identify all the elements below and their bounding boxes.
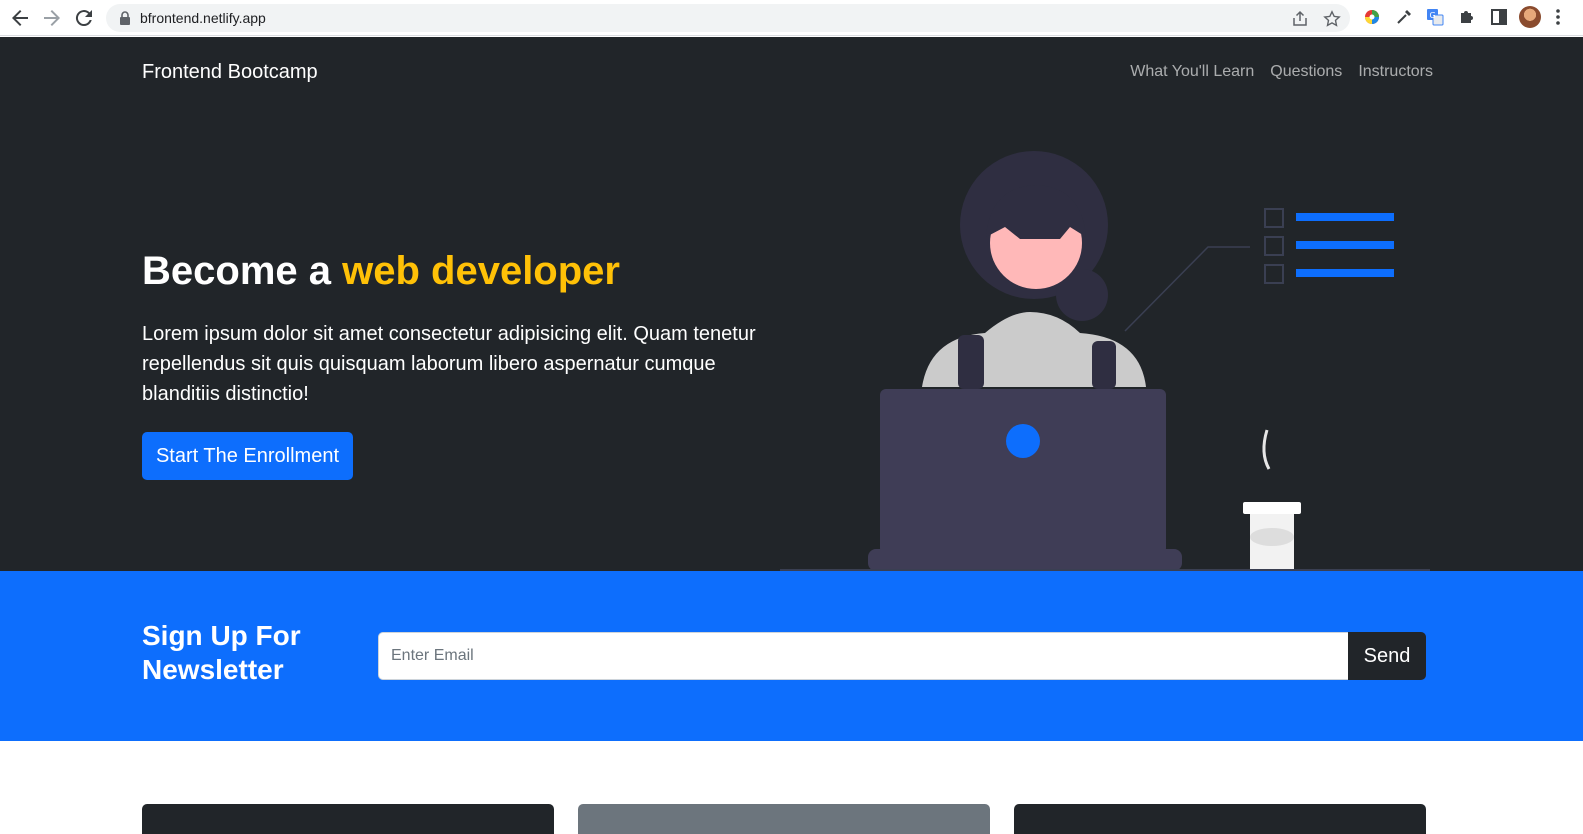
- developer-illustration: [780, 151, 1430, 571]
- profile-avatar[interactable]: [1519, 6, 1541, 28]
- headline-accent: web developer: [342, 249, 620, 293]
- browser-toolbar: bfrontend.netlify.app G: [0, 0, 1583, 36]
- card-dark-2: [1014, 804, 1426, 834]
- newsletter-email-input[interactable]: [378, 632, 1348, 680]
- puzzle-extensions-icon[interactable]: [1457, 7, 1477, 27]
- headline-prefix: Become a: [142, 249, 343, 293]
- navbar-brand[interactable]: Frontend Bootcamp: [142, 61, 318, 84]
- reload-icon[interactable]: [72, 6, 96, 30]
- nav-link-questions[interactable]: Questions: [1270, 63, 1342, 81]
- nav-link-what-youll-learn[interactable]: What You'll Learn: [1130, 63, 1254, 81]
- cards-section: [0, 741, 1583, 834]
- address-bar[interactable]: bfrontend.netlify.app: [106, 4, 1350, 32]
- newsletter-title: Sign Up For Newsletter: [142, 620, 301, 685]
- side-panel-icon[interactable]: [1489, 7, 1509, 27]
- navbar-links: What You'll Learn Questions Instructors: [1130, 63, 1433, 81]
- url-text: bfrontend.netlify.app: [140, 10, 266, 26]
- hero-section: Frontend Bootcamp What You'll Learn Ques…: [0, 37, 1583, 571]
- color-picker-extension-icon[interactable]: [1362, 7, 1382, 27]
- star-icon[interactable]: [1323, 10, 1341, 28]
- newsletter-section: Sign Up For Newsletter Send: [0, 571, 1583, 741]
- kebab-menu-icon[interactable]: [1556, 8, 1560, 26]
- newsletter-send-button[interactable]: Send: [1348, 632, 1426, 680]
- hero-lead-text: Lorem ipsum dolor sit amet consectetur a…: [142, 323, 756, 405]
- lock-icon: [120, 11, 130, 25]
- svg-text:G: G: [1430, 11, 1436, 20]
- hero-headline: Become a web developer: [142, 249, 620, 294]
- share-icon[interactable]: [1291, 10, 1309, 28]
- card-secondary: [578, 804, 990, 834]
- back-arrow-icon[interactable]: [8, 6, 32, 30]
- translate-extension-icon[interactable]: G: [1425, 7, 1445, 27]
- card-dark-1: [142, 804, 554, 834]
- eyedropper-extension-icon[interactable]: [1394, 7, 1414, 27]
- nav-link-instructors[interactable]: Instructors: [1358, 63, 1433, 81]
- forward-arrow-icon[interactable]: [40, 6, 64, 30]
- start-enrollment-button[interactable]: Start The Enrollment: [142, 432, 353, 480]
